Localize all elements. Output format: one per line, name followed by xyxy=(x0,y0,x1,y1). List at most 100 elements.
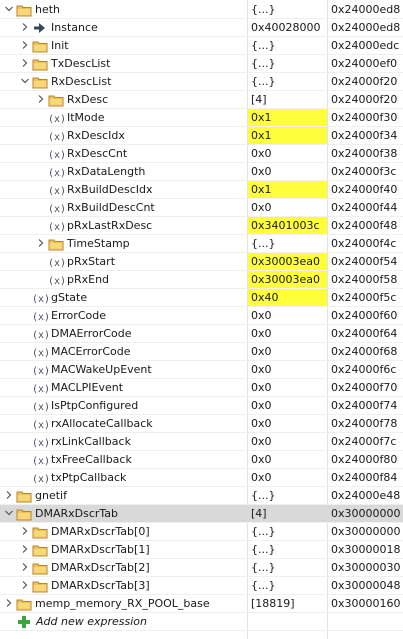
expression-name-cell[interactable]: DMARxDscrTab[2] xyxy=(0,559,247,576)
tree-row-rxallocatecallback[interactable]: (x)rxAllocateCallback0x00x24000f78 xyxy=(0,415,403,433)
expression-name-cell[interactable]: DMARxDscrTab[1] xyxy=(0,541,247,558)
tree-row-dmarxdscrtab-0[interactable]: DMARxDscrTab[0] {...} 0x30000000 xyxy=(0,523,403,541)
tree-row-txfreecallback[interactable]: (x)txFreeCallback0x00x24000f80 xyxy=(0,451,403,469)
expression-value[interactable]: 0x1 xyxy=(248,181,327,198)
expression-name-cell[interactable]: memp_memory_RX_POOL_base xyxy=(0,595,247,612)
tree-row-errorcode[interactable]: (x)ErrorCode0x00x24000f60 xyxy=(0,307,403,325)
expression-value[interactable]: 0x0 xyxy=(248,451,327,468)
expression-name-cell[interactable]: (x)MACLPIEvent xyxy=(0,379,247,396)
tree-row-prxlastrxdesc[interactable]: (x)pRxLastRxDesc0x3401003c0x24000f48 xyxy=(0,217,403,235)
chevron-right-icon[interactable] xyxy=(20,526,30,536)
expression-name-cell[interactable]: (x)pRxLastRxDesc xyxy=(0,217,247,234)
expression-name-cell[interactable]: DMARxDscrTab[3] xyxy=(0,577,247,594)
expression-name-cell[interactable]: (x)RxDataLength xyxy=(0,163,247,180)
expression-value[interactable]: 0x1 xyxy=(248,127,327,144)
expression-value[interactable]: 0x0 xyxy=(248,361,327,378)
expression-value[interactable]: 0x1 xyxy=(248,109,327,126)
expression-value[interactable]: [4] xyxy=(248,505,327,522)
expression-value[interactable]: 0x0 xyxy=(248,397,327,414)
tree-row-macwakeupevent[interactable]: (x)MACWakeUpEvent0x00x24000f6c xyxy=(0,361,403,379)
expression-value[interactable]: {...} xyxy=(248,1,327,18)
add-expression-cell[interactable]: Add new expression xyxy=(0,613,247,630)
tree-row-rxdescidx[interactable]: (x)RxDescIdx0x10x24000f34 xyxy=(0,127,403,145)
tree-row-prxstart[interactable]: (x)pRxStart0x30003ea00x24000f54 xyxy=(0,253,403,271)
tree-row-dmarxdscrtab-2[interactable]: DMARxDscrTab[2] {...} 0x30000030 xyxy=(0,559,403,577)
tree-row-timestamp[interactable]: TimeStamp {...} 0x24000f4c xyxy=(0,235,403,253)
tree-row-txptpcallback[interactable]: (x)txPtpCallback0x00x24000f84 xyxy=(0,469,403,487)
expression-name-cell[interactable]: (x)RxDescCnt xyxy=(0,145,247,162)
tree-row-rxdesc[interactable]: RxDesc [4] 0x24000f20 xyxy=(0,91,403,109)
expression-value[interactable]: {...} xyxy=(248,541,327,558)
add-plus-icon[interactable] xyxy=(16,614,32,630)
expression-value[interactable]: [18819] xyxy=(248,595,327,612)
chevron-right-icon[interactable] xyxy=(4,598,14,608)
tree-row-gnetif[interactable]: gnetif {...} 0x24000e48 xyxy=(0,487,403,505)
expression-name-cell[interactable]: heth xyxy=(0,1,247,18)
expression-name-cell[interactable]: (x)MACErrorCode xyxy=(0,343,247,360)
tree-row-rxdesccnt[interactable]: (x)RxDescCnt0x00x24000f38 xyxy=(0,145,403,163)
expression-name-cell[interactable]: (x)txPtpCallback xyxy=(0,469,247,486)
tree-row-instance[interactable]: Instance 0x40028000 0x24000ed8 xyxy=(0,19,403,37)
expression-name-cell[interactable]: Instance xyxy=(0,19,247,36)
add-new-expression-row[interactable]: Add new expression xyxy=(0,613,403,631)
expression-value[interactable]: 0x0 xyxy=(248,145,327,162)
tree-row-heth[interactable]: heth {...} 0x24000ed8 xyxy=(0,1,403,19)
expression-value[interactable]: 0x40028000 xyxy=(248,19,327,36)
expression-name-cell[interactable]: (x)pRxStart xyxy=(0,253,247,270)
expression-name-cell[interactable]: DMARxDscrTab xyxy=(0,505,247,522)
tree-row-init[interactable]: Init {...} 0x24000edc xyxy=(0,37,403,55)
expression-name-cell[interactable]: TimeStamp xyxy=(0,235,247,252)
expression-name-cell[interactable]: RxDesc xyxy=(0,91,247,108)
tree-row-prxend[interactable]: (x)pRxEnd0x30003ea00x24000f58 xyxy=(0,271,403,289)
tree-row-dmarxdscrtab[interactable]: DMARxDscrTab [4] 0x30000000 xyxy=(0,505,403,523)
expression-value[interactable]: {...} xyxy=(248,559,327,576)
expression-name-cell[interactable]: (x)RxBuildDescIdx xyxy=(0,181,247,198)
expression-value[interactable]: 0x0 xyxy=(248,307,327,324)
expression-value[interactable]: 0x0 xyxy=(248,199,327,216)
expression-name-cell[interactable]: DMARxDscrTab[0] xyxy=(0,523,247,540)
expression-value[interactable]: {...} xyxy=(248,523,327,540)
expression-value[interactable]: 0x40 xyxy=(248,289,327,306)
tree-row-txdesclist[interactable]: TxDescList {...} 0x24000ef0 xyxy=(0,55,403,73)
tree-row-gstate[interactable]: (x)gState0x400x24000f5c xyxy=(0,289,403,307)
chevron-down-icon[interactable] xyxy=(4,508,14,518)
chevron-right-icon[interactable] xyxy=(20,562,30,572)
chevron-right-icon[interactable] xyxy=(36,238,46,248)
expression-value[interactable]: 0x0 xyxy=(248,163,327,180)
expression-name-cell[interactable]: (x)RxBuildDescCnt xyxy=(0,199,247,216)
tree-row-dmarxdscrtab-1[interactable]: DMARxDscrTab[1] {...} 0x30000018 xyxy=(0,541,403,559)
expression-name-cell[interactable]: (x)ItMode xyxy=(0,109,247,126)
expression-value[interactable]: {...} xyxy=(248,487,327,504)
expression-name-cell[interactable]: RxDescList xyxy=(0,73,247,90)
tree-row-macerrorcode[interactable]: (x)MACErrorCode0x00x24000f68 xyxy=(0,343,403,361)
tree-row-dmarxdscrtab-3[interactable]: DMARxDscrTab[3] {...} 0x30000048 xyxy=(0,577,403,595)
chevron-down-icon[interactable] xyxy=(20,76,30,86)
chevron-right-icon[interactable] xyxy=(20,22,30,32)
expression-value[interactable]: {...} xyxy=(248,55,327,72)
chevron-right-icon[interactable] xyxy=(4,490,14,500)
expression-value[interactable]: {...} xyxy=(248,73,327,90)
expression-value[interactable]: 0x30003ea0 xyxy=(248,271,327,288)
expression-name-cell[interactable]: (x)RxDescIdx xyxy=(0,127,247,144)
tree-row-rxlinkcallback[interactable]: (x)rxLinkCallback0x00x24000f7c xyxy=(0,433,403,451)
expression-name-cell[interactable]: (x)rxLinkCallback xyxy=(0,433,247,450)
expression-name-cell[interactable]: (x)IsPtpConfigured xyxy=(0,397,247,414)
expression-name-cell[interactable]: (x)txFreeCallback xyxy=(0,451,247,468)
chevron-right-icon[interactable] xyxy=(20,580,30,590)
expression-value[interactable]: 0x30003ea0 xyxy=(248,253,327,270)
tree-row-rxdatalength[interactable]: (x)RxDataLength0x00x24000f3c xyxy=(0,163,403,181)
expression-value[interactable]: 0x0 xyxy=(248,469,327,486)
chevron-right-icon[interactable] xyxy=(20,544,30,554)
expression-value[interactable]: 0x0 xyxy=(248,379,327,396)
tree-row-rxbuilddesccnt[interactable]: (x)RxBuildDescCnt0x00x24000f44 xyxy=(0,199,403,217)
expression-value[interactable]: {...} xyxy=(248,37,327,54)
tree-row-maclpievent[interactable]: (x)MACLPIEvent0x00x24000f70 xyxy=(0,379,403,397)
expression-name-cell[interactable]: gnetif xyxy=(0,487,247,504)
tree-row-rxbuilddescidx[interactable]: (x)RxBuildDescIdx0x10x24000f40 xyxy=(0,181,403,199)
expression-name-cell[interactable]: (x)DMAErrorCode xyxy=(0,325,247,342)
expression-value[interactable]: 0x0 xyxy=(248,325,327,342)
add-new-expression-label[interactable]: Add new expression xyxy=(36,613,147,630)
expression-value[interactable]: [4] xyxy=(248,91,327,108)
expression-name-cell[interactable]: (x)rxAllocateCallback xyxy=(0,415,247,432)
expression-value[interactable]: {...} xyxy=(248,235,327,252)
